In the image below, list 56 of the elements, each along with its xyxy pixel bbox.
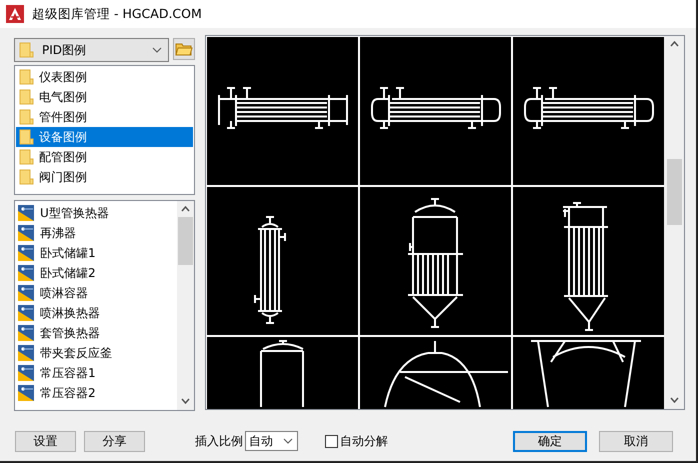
scale-dropdown[interactable]: 自动	[245, 431, 298, 451]
symbol-item[interactable]: 喷淋换热器	[18, 303, 177, 323]
folder-icon	[19, 88, 34, 106]
category-item[interactable]: 电气图例	[16, 87, 193, 107]
scroll-down-icon	[181, 398, 190, 404]
category-item[interactable]: 设备图例	[16, 127, 193, 147]
scroll-thumb[interactable]	[667, 159, 682, 225]
symbol-icon	[18, 305, 34, 321]
symbol-item[interactable]: 喷淋容器	[18, 283, 177, 303]
folder-icon	[19, 148, 34, 166]
symbol-icon	[18, 205, 34, 221]
open-folder-button[interactable]	[173, 38, 195, 60]
dialog-button[interactable]: 确定	[513, 430, 587, 452]
folder-icon	[19, 41, 34, 59]
dialog-button[interactable]: 分享	[84, 430, 145, 452]
symbol-icon	[18, 385, 34, 401]
window-title: 超级图库管理 - HGCAD.COM	[32, 6, 202, 22]
category-item[interactable]: 配管图例	[16, 147, 193, 167]
chevron-down-icon	[152, 47, 162, 53]
scroll-up-icon	[670, 41, 680, 47]
symbol-item[interactable]: 带夹套反应釜	[18, 343, 177, 363]
scrollbar[interactable]	[177, 201, 194, 410]
app-logo-icon	[6, 5, 24, 23]
folder-icon	[19, 168, 34, 186]
scale-label: 插入比例	[195, 432, 243, 450]
symbol-item[interactable]: 再沸器	[18, 223, 177, 243]
folder-icon	[19, 108, 34, 126]
symbol-item[interactable]: 常压容器1	[18, 363, 177, 383]
category-item[interactable]: 阀门图例	[16, 167, 193, 187]
scroll-thumb[interactable]	[178, 217, 193, 265]
folder-icon	[19, 128, 34, 146]
symbol-icon	[18, 365, 34, 381]
checkbox[interactable]	[325, 434, 338, 448]
symbol-item[interactable]: 套管换热器	[18, 323, 177, 343]
symbol-item[interactable]: 卧式储罐1	[18, 243, 177, 263]
symbol-icon	[18, 345, 34, 361]
vessel-drawing	[260, 340, 304, 408]
symbol-icon	[18, 325, 34, 341]
open-folder-icon	[175, 42, 193, 56]
symbol-item[interactable]: U型管换热器	[18, 203, 177, 223]
dialog-button[interactable]: 设置	[15, 430, 76, 452]
dialog-button[interactable]: 取消	[599, 430, 673, 452]
chevron-down-icon	[283, 438, 293, 444]
symbol-icon	[18, 265, 34, 281]
category-item[interactable]: 管件图例	[16, 107, 193, 127]
scroll-up-icon	[181, 206, 190, 212]
scroll-down-icon	[670, 397, 680, 403]
checkbox-label: 自动分解	[340, 432, 388, 450]
symbol-icon	[18, 245, 34, 261]
symbol-item[interactable]: 常压容器2	[18, 383, 177, 403]
library-dropdown[interactable]: PID图例	[14, 38, 169, 62]
symbol-icon	[18, 225, 34, 241]
symbol-icon	[18, 285, 34, 301]
symbol-item[interactable]: 卧式储罐2	[18, 263, 177, 283]
category-item[interactable]: 仪表图例	[16, 67, 193, 87]
folder-icon	[19, 68, 34, 86]
